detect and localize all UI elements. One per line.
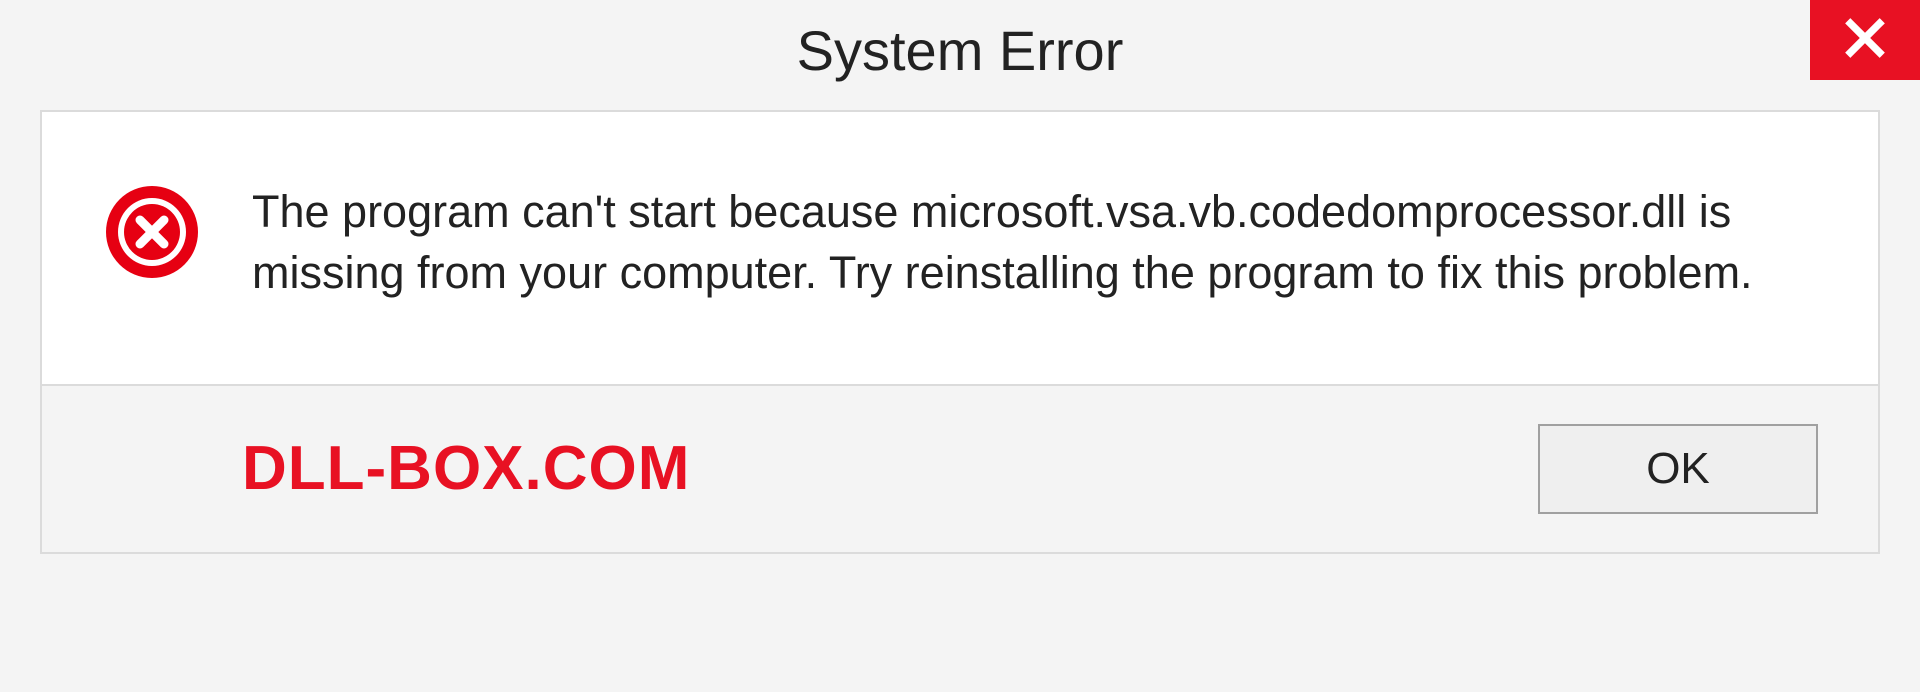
error-dialog: System Error The program can't start bec… <box>0 0 1920 692</box>
content-panel: The program can't start because microsof… <box>40 110 1880 384</box>
close-icon <box>1843 16 1887 65</box>
dialog-footer: DLL-BOX.COM OK <box>40 384 1880 554</box>
close-button[interactable] <box>1810 0 1920 80</box>
error-icon <box>102 182 202 287</box>
title-bar: System Error <box>0 0 1920 100</box>
window-title: System Error <box>797 18 1124 83</box>
ok-button[interactable]: OK <box>1538 424 1818 514</box>
ok-button-label: OK <box>1646 444 1710 494</box>
brand-watermark: DLL-BOX.COM <box>242 433 690 504</box>
error-message: The program can't start because microsof… <box>252 182 1818 304</box>
